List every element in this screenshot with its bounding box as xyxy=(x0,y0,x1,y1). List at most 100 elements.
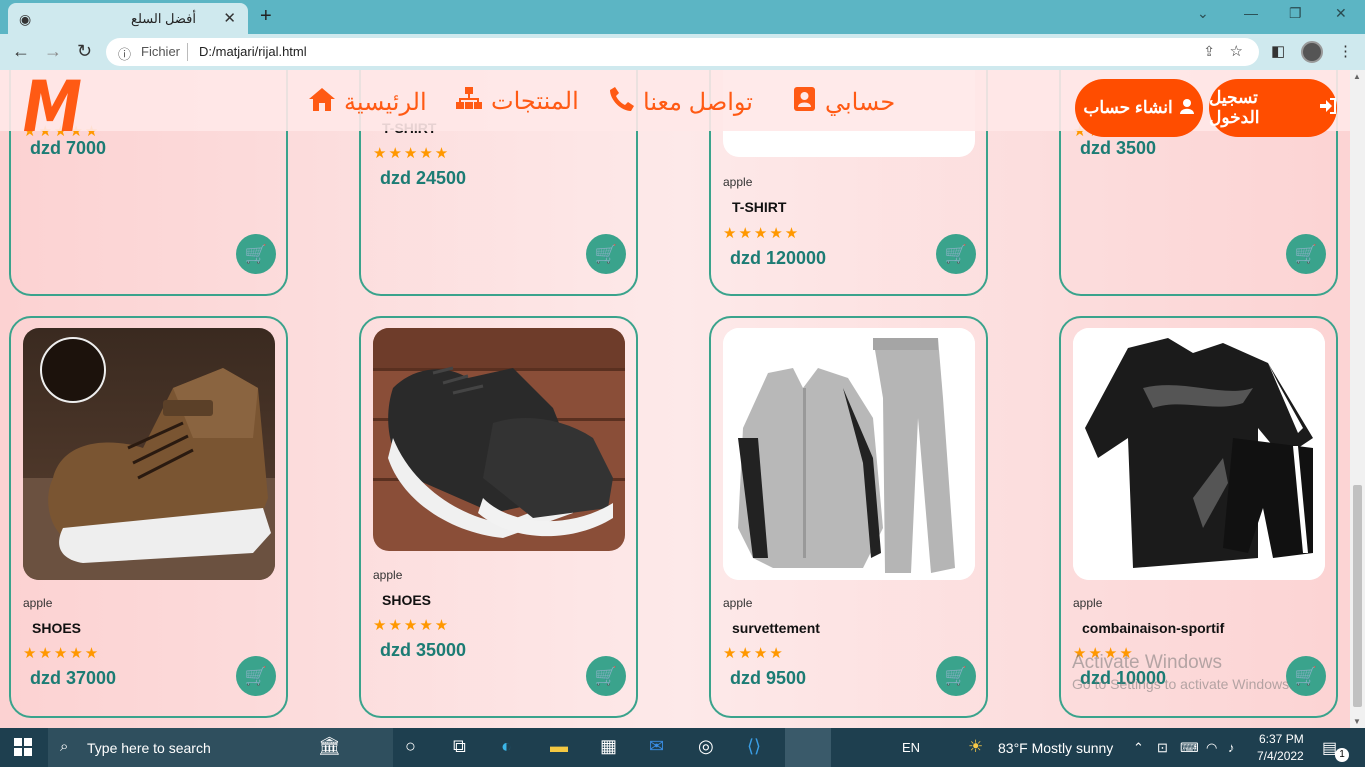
forward-arrow-icon[interactable]: → xyxy=(44,41,62,62)
product-price: dzd 35000 xyxy=(380,640,467,660)
file-explorer-icon[interactable]: ▬ xyxy=(550,736,568,757)
user-icon xyxy=(1179,98,1195,119)
product-name: T-SHIRT xyxy=(732,199,787,215)
cart-icon: 🛒 xyxy=(1294,665,1318,686)
scrollbar-thumb[interactable] xyxy=(1353,485,1362,707)
product-image xyxy=(1073,328,1325,580)
tab-title: أفضل السلع xyxy=(131,11,196,26)
notification-count-badge: 1 xyxy=(1335,748,1349,762)
cart-icon: 🛒 xyxy=(594,243,618,264)
browser-tab[interactable]: ◉ أفضل السلع ✕ xyxy=(8,3,248,34)
add-to-cart-button[interactable]: 🛒 xyxy=(236,234,276,274)
add-to-cart-button[interactable]: 🛒 xyxy=(936,234,976,274)
windows-start-icon[interactable] xyxy=(14,738,32,761)
rating-stars: ★★★★★ xyxy=(373,617,451,634)
back-arrow-icon[interactable]: ← xyxy=(12,41,30,62)
globe-icon: ◉ xyxy=(19,11,32,27)
address-bar[interactable]: ⓘ Fichier D:/matjari/rijal.html ⇪ ☆ xyxy=(106,38,1259,66)
mail-icon[interactable]: ✉ xyxy=(649,736,664,757)
product-brand: apple xyxy=(723,596,753,610)
vscode-icon[interactable]: ⟨⟩ xyxy=(747,736,761,757)
url-scheme-label: Fichier xyxy=(141,44,181,59)
nav-home[interactable]: الرئيسية xyxy=(308,86,427,119)
product-price: dzd 9500 xyxy=(730,668,807,688)
weather-text[interactable]: 83°F Mostly sunny xyxy=(998,740,1113,756)
search-placeholder: Type here to search xyxy=(87,740,211,756)
profile-avatar-icon[interactable] xyxy=(1301,41,1323,63)
new-tab-button[interactable]: + xyxy=(260,5,272,28)
chrome-icon[interactable]: ◎ xyxy=(698,736,714,757)
add-to-cart-button[interactable]: 🛒 xyxy=(586,234,626,274)
share-icon[interactable]: ⇪ xyxy=(1203,43,1215,60)
language-indicator[interactable]: EN xyxy=(902,740,920,755)
product-card[interactable]: apple SHOES ★★★★★ dzd 37000 🛒 xyxy=(9,316,288,718)
clock-time[interactable]: 6:37 PM xyxy=(1259,732,1304,746)
page-viewport: M الرئيسية المنتجات تواصل معنا حسابي انش… xyxy=(0,70,1365,728)
product-price: dzd 24500 xyxy=(380,168,467,188)
black-sneaker-image xyxy=(373,328,625,551)
product-image xyxy=(373,328,625,551)
close-window-button[interactable]: ✕ xyxy=(1335,5,1347,22)
site-logo[interactable]: M xyxy=(23,70,82,148)
scroll-down-arrow-icon[interactable]: ▼ xyxy=(1353,717,1361,726)
store-icon[interactable]: ▦ xyxy=(600,736,617,757)
vertical-scrollbar[interactable]: ▲ ▼ xyxy=(1350,70,1365,728)
nav-contact[interactable]: تواصل معنا xyxy=(609,86,753,119)
sitemap-icon xyxy=(455,86,483,117)
keyboard-icon[interactable]: ⌨ xyxy=(1180,740,1199,756)
taskbar-search[interactable]: ⌕ Type here to search 🏛 xyxy=(48,728,393,767)
cart-icon: 🛒 xyxy=(944,243,968,264)
wifi-icon[interactable]: ◠ xyxy=(1206,740,1217,756)
product-image xyxy=(723,328,975,580)
active-app-icon[interactable] xyxy=(785,728,831,767)
activate-windows-title: Activate Windows xyxy=(1072,652,1222,673)
side-panel-icon[interactable]: ◧ xyxy=(1271,42,1285,60)
cart-icon: 🛒 xyxy=(1294,243,1318,264)
task-view-icon[interactable]: ⧉ xyxy=(453,736,466,757)
rating-stars: ★★★★ xyxy=(723,645,785,662)
add-to-cart-button[interactable]: 🛒 xyxy=(586,656,626,696)
bookmark-star-icon[interactable]: ☆ xyxy=(1230,42,1243,60)
reload-icon[interactable]: ↻ xyxy=(77,41,92,62)
site-header: M الرئيسية المنتجات تواصل معنا حسابي انش… xyxy=(0,70,1350,148)
edge-icon[interactable]: ◐ xyxy=(501,736,512,757)
product-card[interactable]: apple SHOES ★★★★★ dzd 35000 🛒 xyxy=(359,316,638,718)
menu-kebab-icon[interactable]: ⋮ xyxy=(1338,42,1353,60)
activate-windows-subtitle: Go to Settings to activate Windows. xyxy=(1072,676,1293,692)
add-to-cart-button[interactable]: 🛒 xyxy=(936,656,976,696)
cortana-icon[interactable]: ○ xyxy=(405,736,416,757)
product-card[interactable]: apple survettement ★★★★ dzd 9500 🛒 xyxy=(709,316,988,718)
close-tab-icon[interactable]: ✕ xyxy=(223,9,236,27)
show-hidden-icons-icon[interactable]: ⌃ xyxy=(1133,740,1144,756)
product-price: dzd 37000 xyxy=(30,668,117,688)
cart-icon: 🛒 xyxy=(594,665,618,686)
info-icon[interactable]: ⓘ xyxy=(118,44,131,63)
nav-products-label: المنتجات xyxy=(491,88,579,115)
home-icon xyxy=(308,86,336,119)
nav-products[interactable]: المنتجات xyxy=(455,86,579,117)
product-name: combainaison-sportif xyxy=(1082,620,1225,636)
weather-icon: ☀ xyxy=(968,737,984,756)
signup-button[interactable]: انشاء حساب xyxy=(1075,79,1203,137)
search-highlight-icon: 🏛 xyxy=(318,736,341,756)
sport-outfit-image xyxy=(1073,328,1325,580)
add-to-cart-button[interactable]: 🛒 xyxy=(236,656,276,696)
scroll-up-arrow-icon[interactable]: ▲ xyxy=(1353,72,1361,81)
url-separator xyxy=(187,43,188,61)
product-name: SHOES xyxy=(32,620,82,636)
contact-card-icon xyxy=(793,86,817,119)
browser-toolbar: ← → ↻ ⓘ Fichier D:/matjari/rijal.html ⇪ … xyxy=(0,34,1365,70)
clock-date[interactable]: 7/4/2022 xyxy=(1257,749,1304,763)
product-brand: apple xyxy=(723,175,753,189)
volume-icon[interactable]: ♪ xyxy=(1228,740,1235,755)
login-button[interactable]: تسجيل الدخول xyxy=(1209,79,1337,137)
restore-button[interactable]: ❐ xyxy=(1289,5,1302,22)
phone-icon xyxy=(609,86,635,119)
rating-stars: ★★★★★ xyxy=(23,645,101,662)
tab-search-icon[interactable]: ⌄ xyxy=(1197,5,1209,22)
url-text[interactable]: D:/matjari/rijal.html xyxy=(199,44,307,59)
add-to-cart-button[interactable]: 🛒 xyxy=(1286,234,1326,274)
nav-account[interactable]: حسابي xyxy=(793,86,895,119)
network-icon[interactable]: ⊡ xyxy=(1157,740,1168,756)
minimize-button[interactable]: — xyxy=(1244,5,1258,21)
